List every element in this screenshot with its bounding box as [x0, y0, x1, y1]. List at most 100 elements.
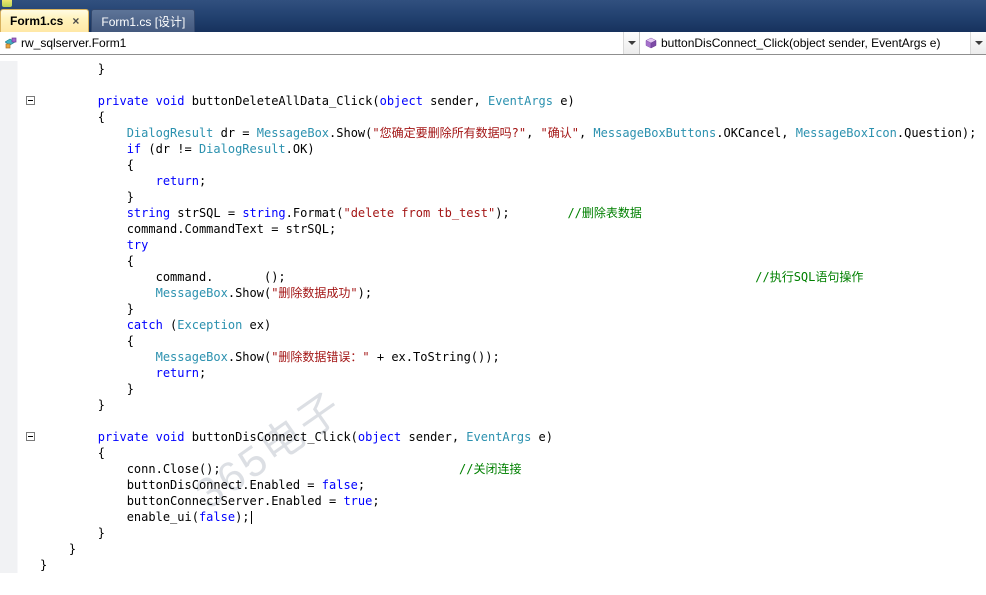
- code-text: {: [38, 157, 134, 173]
- code-token: {: [40, 158, 134, 172]
- code-text: buttonDisConnect.Enabled = false;: [38, 477, 365, 493]
- code-line[interactable]: [0, 413, 986, 429]
- code-line[interactable]: try: [0, 237, 986, 253]
- types-dropdown[interactable]: rw_sqlserver.Form1: [0, 32, 640, 54]
- code-token: return: [155, 366, 199, 380]
- code-line[interactable]: {: [0, 157, 986, 173]
- code-text: return;: [38, 365, 207, 381]
- code-token: .OK): [285, 142, 315, 156]
- gutter-cell: [0, 301, 38, 317]
- code-token: .Show(: [227, 286, 272, 300]
- code-line[interactable]: }: [0, 397, 986, 413]
- code-text: {: [38, 109, 105, 125]
- code-line[interactable]: buttonDisConnect.Enabled = false;: [0, 477, 986, 493]
- fold-marker[interactable]: [26, 432, 35, 441]
- code-line[interactable]: buttonConnectServer.Enabled = true;: [0, 493, 986, 509]
- tab-label: Form1.cs: [10, 14, 64, 28]
- code-text: }: [38, 61, 105, 77]
- code-line[interactable]: {: [0, 109, 986, 125]
- code-line[interactable]: command.CommandText = strSQL;: [0, 221, 986, 237]
- close-icon[interactable]: ×: [72, 15, 79, 27]
- fold-marker[interactable]: [26, 96, 35, 105]
- code-line[interactable]: MessageBox.Show("删除数据错误：" + ex.ToString(…: [0, 349, 986, 365]
- code-line[interactable]: private void buttonDeleteAllData_Click(o…: [0, 93, 986, 109]
- gutter-cell: [0, 413, 38, 429]
- code-token: private: [97, 94, 149, 108]
- code-token: true: [343, 494, 373, 508]
- code-line[interactable]: {: [0, 333, 986, 349]
- navigation-bar: rw_sqlserver.Form1 buttonDisConnect_Clic…: [0, 32, 986, 55]
- gutter-cell: [0, 493, 38, 509]
- code-text: string strSQL = string.Format("delete fr…: [38, 205, 642, 221]
- code-line[interactable]: conn.Close(); //关闭连接: [0, 461, 986, 477]
- code-line[interactable]: [0, 77, 986, 93]
- code-line[interactable]: catch (Exception ex): [0, 317, 986, 333]
- code-token: dr =: [213, 126, 257, 140]
- code-line[interactable]: }: [0, 381, 986, 397]
- code-token: }: [40, 62, 106, 76]
- code-line[interactable]: }: [0, 525, 986, 541]
- code-token: {: [40, 446, 106, 460]
- code-line[interactable]: }: [0, 541, 986, 557]
- code-line[interactable]: {: [0, 253, 986, 269]
- types-dropdown-value: rw_sqlserver.Form1: [21, 36, 127, 50]
- code-line[interactable]: return;: [0, 173, 986, 189]
- code-text: }: [38, 525, 105, 541]
- code-text: if (dr != DialogResult.OK): [38, 141, 315, 157]
- gutter-cell: [0, 141, 38, 157]
- code-token: buttonConnectServer.Enabled =: [40, 494, 344, 508]
- code-text: MessageBox.Show("删除数据成功");: [38, 285, 373, 301]
- gutter-cell: [0, 93, 38, 109]
- chevron-down-icon[interactable]: [623, 32, 639, 54]
- code-token: {: [40, 254, 134, 268]
- code-token: buttonDisConnect_Click(: [184, 430, 358, 444]
- gutter-cell: [0, 61, 38, 77]
- code-line[interactable]: }: [0, 301, 986, 317]
- code-line[interactable]: }: [0, 557, 986, 573]
- code-line[interactable]: private void buttonDisConnect_Click(obje…: [0, 429, 986, 445]
- code-line[interactable]: enable_ui(false);: [0, 509, 986, 525]
- code-token: );: [495, 206, 568, 220]
- code-token: DialogResult: [126, 126, 214, 140]
- code-text: conn.Close(); //关闭连接: [38, 461, 522, 477]
- code-token: }: [40, 542, 77, 556]
- code-line[interactable]: return;: [0, 365, 986, 381]
- code-token: return: [155, 174, 199, 188]
- code-token: }: [40, 302, 134, 316]
- gutter-cell: [0, 109, 38, 125]
- code-token: "delete from tb_test": [343, 206, 496, 220]
- tab-form1-cs[interactable]: Form1.cs ×: [0, 9, 90, 32]
- code-editor[interactable]: 365电子 } private void buttonDeleteAllData…: [0, 55, 986, 595]
- code-line[interactable]: DialogResult dr = MessageBox.Show("您确定要删…: [0, 125, 986, 141]
- code-line[interactable]: string strSQL = string.Format("delete fr…: [0, 205, 986, 221]
- tab-form1-cs-design[interactable]: Form1.cs [设计]: [91, 9, 196, 32]
- code-line[interactable]: MessageBox.Show("删除数据成功");: [0, 285, 986, 301]
- code-token: void: [155, 94, 185, 108]
- code-token: ,: [578, 126, 594, 140]
- code-token: e): [531, 430, 554, 444]
- code-token: e): [553, 94, 575, 108]
- code-token: ;: [357, 478, 366, 492]
- chevron-down-icon[interactable]: [970, 32, 986, 54]
- code-token: EventArgs: [487, 94, 554, 108]
- code-token: }: [40, 190, 134, 204]
- members-dropdown[interactable]: buttonDisConnect_Click(object sender, Ev…: [640, 32, 986, 54]
- code-line[interactable]: }: [0, 61, 986, 77]
- code-text: buttonConnectServer.Enabled = true;: [38, 493, 380, 509]
- code-token: ex): [242, 318, 272, 332]
- code-line[interactable]: if (dr != DialogResult.OK): [0, 141, 986, 157]
- code-token: .Show(: [227, 350, 272, 364]
- code-line[interactable]: }: [0, 189, 986, 205]
- code-token: ;: [372, 494, 380, 508]
- code-token: ;: [198, 366, 207, 380]
- code-token: enable_ui(: [40, 510, 199, 524]
- code-line[interactable]: {: [0, 445, 986, 461]
- code-line[interactable]: command. (); //执行SQL语句操作: [0, 269, 986, 285]
